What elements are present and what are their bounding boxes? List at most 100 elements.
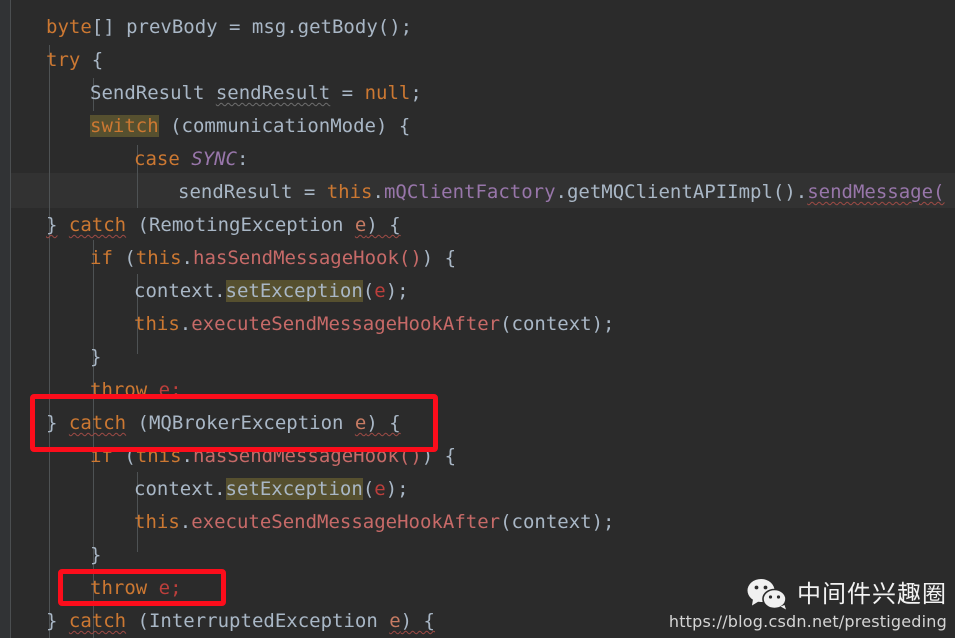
token-dot-8: . — [181, 247, 193, 269]
token-paren-brace-13: ) { — [366, 412, 401, 434]
watermark: 中间件兴趣圈 https://blog.csdn.net/prestigedin… — [669, 578, 947, 632]
token-this-8: this — [135, 247, 182, 269]
token-throw-18: throw — [90, 577, 148, 599]
code-line-14[interactable]: if (this.hasSendMessageHook()) { — [90, 440, 456, 473]
token-byte: byte — [46, 16, 92, 38]
token-context-arg-16: (context); — [500, 511, 615, 533]
token-dot-15: . — [214, 478, 226, 500]
token-if-tail-8: ) { — [421, 247, 457, 269]
token-paren-brace-19: ) { — [400, 610, 435, 632]
token-dot-6b: . — [555, 181, 567, 203]
token-semi-3: ; — [410, 82, 422, 104]
token-context-arg-10: (context); — [500, 313, 615, 335]
code-line-9[interactable]: context.setException(e); — [134, 275, 409, 308]
token-catch-19: catch — [68, 610, 127, 632]
token-context-15: context — [134, 478, 215, 500]
token-e-param-13: e — [354, 412, 367, 434]
watermark-title-row: 中间件兴趣圈 — [669, 578, 947, 610]
token-null: null — [364, 82, 411, 104]
code-editor-screenshot: byte[] prevBody = msg.getBody(); try { S… — [0, 0, 955, 638]
code-line-4[interactable]: switch (communicationMode) { — [90, 110, 410, 143]
token-setexception-15: setException — [225, 478, 363, 500]
code-line-12[interactable]: throw e; — [90, 374, 182, 407]
token-setexception-9: setException — [225, 280, 363, 302]
token-hassendmessagehook-8: hasSendMessageHook() — [193, 247, 422, 269]
token-close-9: ); — [385, 280, 409, 302]
token-if-tail-14: ) { — [421, 445, 457, 467]
code-line-7[interactable]: } catch (RemotingException e) { — [46, 209, 401, 242]
code-line-16[interactable]: this.executeSendMessageHookAfter(context… — [134, 506, 614, 539]
token-throw-12: throw — [90, 379, 148, 401]
code-line-11[interactable]: } — [90, 341, 101, 374]
token-close-brace-13: } — [46, 412, 58, 434]
token-executesendmessagehookafter-16: executeSendMessageHookAfter — [191, 511, 501, 533]
code-line-13[interactable]: } catch (MQBrokerException e) { — [46, 407, 401, 440]
token-open-9: ( — [362, 280, 375, 302]
code-line-3[interactable]: SendResult sendResult = null; — [90, 77, 422, 110]
token-dot-6c: . — [795, 181, 808, 203]
token-sendresult-var: sendResult — [215, 82, 331, 104]
code-line-17[interactable]: } — [90, 539, 101, 572]
code-content[interactable]: byte[] prevBody = msg.getBody(); try { S… — [0, 0, 955, 638]
token-interruptedexception: (InterruptedException — [126, 610, 390, 632]
token-dot-6a: . — [372, 181, 384, 203]
token-dot-16: . — [179, 511, 192, 533]
token-context-9: context — [134, 280, 215, 302]
token-hassendmessagehook-14: hasSendMessageHook() — [193, 445, 422, 467]
token-try-brace: { — [80, 49, 104, 71]
code-line-6[interactable]: sendResult = this.mQClientFactory.getMQC… — [178, 176, 945, 209]
code-line-15[interactable]: context.setException(e); — [134, 473, 409, 506]
wechat-logo-icon — [746, 578, 788, 610]
token-brackets: [] — [91, 16, 115, 38]
token-try: try — [46, 49, 81, 71]
token-close-brace-11: } — [90, 346, 102, 368]
token-switch-args: (communicationMode) { — [158, 115, 411, 137]
token-if-14: if — [90, 445, 113, 467]
token-throw-e-12: e; — [147, 379, 182, 401]
token-e-param-19: e — [389, 610, 401, 632]
token-getmqclientapiimpl: getMQClientAPIImpl() — [566, 181, 796, 203]
token-e-param-7: e — [354, 214, 367, 236]
watermark-url: https://blog.csdn.net/prestigeding — [668, 612, 947, 631]
token-close-15: ); — [385, 478, 409, 500]
token-sendmessage: sendMessage( — [807, 181, 945, 203]
token-dot-14: . — [181, 445, 193, 467]
token-paren-brace-7: ) { — [366, 214, 401, 236]
token-colon: : — [236, 148, 249, 170]
token-case: case — [134, 148, 180, 170]
token-throw-e-18: e; — [147, 577, 182, 599]
token-if-8: if — [90, 247, 113, 269]
token-dot-10: . — [179, 313, 192, 335]
watermark-title: 中间件兴趣圈 — [797, 580, 947, 608]
token-close-brace-7: } — [46, 214, 58, 236]
token-prevbody: prevBody = msg.getBody(); — [114, 16, 413, 38]
token-this-14: this — [135, 445, 182, 467]
token-switch: switch — [90, 115, 159, 137]
code-line-2[interactable]: try { — [46, 44, 103, 77]
code-line-5[interactable]: case SYNC: — [134, 143, 248, 176]
token-mqbrokerexception: (MQBrokerException — [126, 412, 355, 434]
token-this-10: this — [134, 313, 180, 335]
token-dot-9: . — [214, 280, 226, 302]
token-sendresult-type: SendResult — [90, 82, 216, 104]
code-line-10[interactable]: this.executeSendMessageHookAfter(context… — [134, 308, 614, 341]
token-this-6: this — [326, 181, 373, 203]
code-line-19[interactable]: } catch (InterruptedException e) { — [46, 605, 435, 638]
token-close-brace-19: } — [46, 610, 58, 632]
token-sendresult-assign: sendResult = — [178, 181, 327, 203]
token-if-open-14: ( — [112, 445, 136, 467]
token-if-open-8: ( — [112, 247, 136, 269]
token-this-16: this — [134, 511, 180, 533]
token-sync: SYNC — [191, 148, 237, 170]
code-line-18[interactable]: throw e; — [90, 572, 182, 605]
token-close-brace-17: } — [90, 544, 102, 566]
code-line-1[interactable]: byte[] prevBody = msg.getBody(); — [46, 11, 412, 44]
token-e-arg-15: e — [374, 478, 386, 500]
token-catch-13: catch — [68, 412, 127, 434]
code-line-8[interactable]: if (this.hasSendMessageHook()) { — [90, 242, 456, 275]
token-e-arg-9: e — [374, 280, 386, 302]
token-mqclientfactory: mQClientFactory — [383, 181, 556, 203]
token-eq: = — [330, 82, 365, 104]
token-open-15: ( — [362, 478, 375, 500]
token-remotingexception: (RemotingException — [126, 214, 355, 236]
